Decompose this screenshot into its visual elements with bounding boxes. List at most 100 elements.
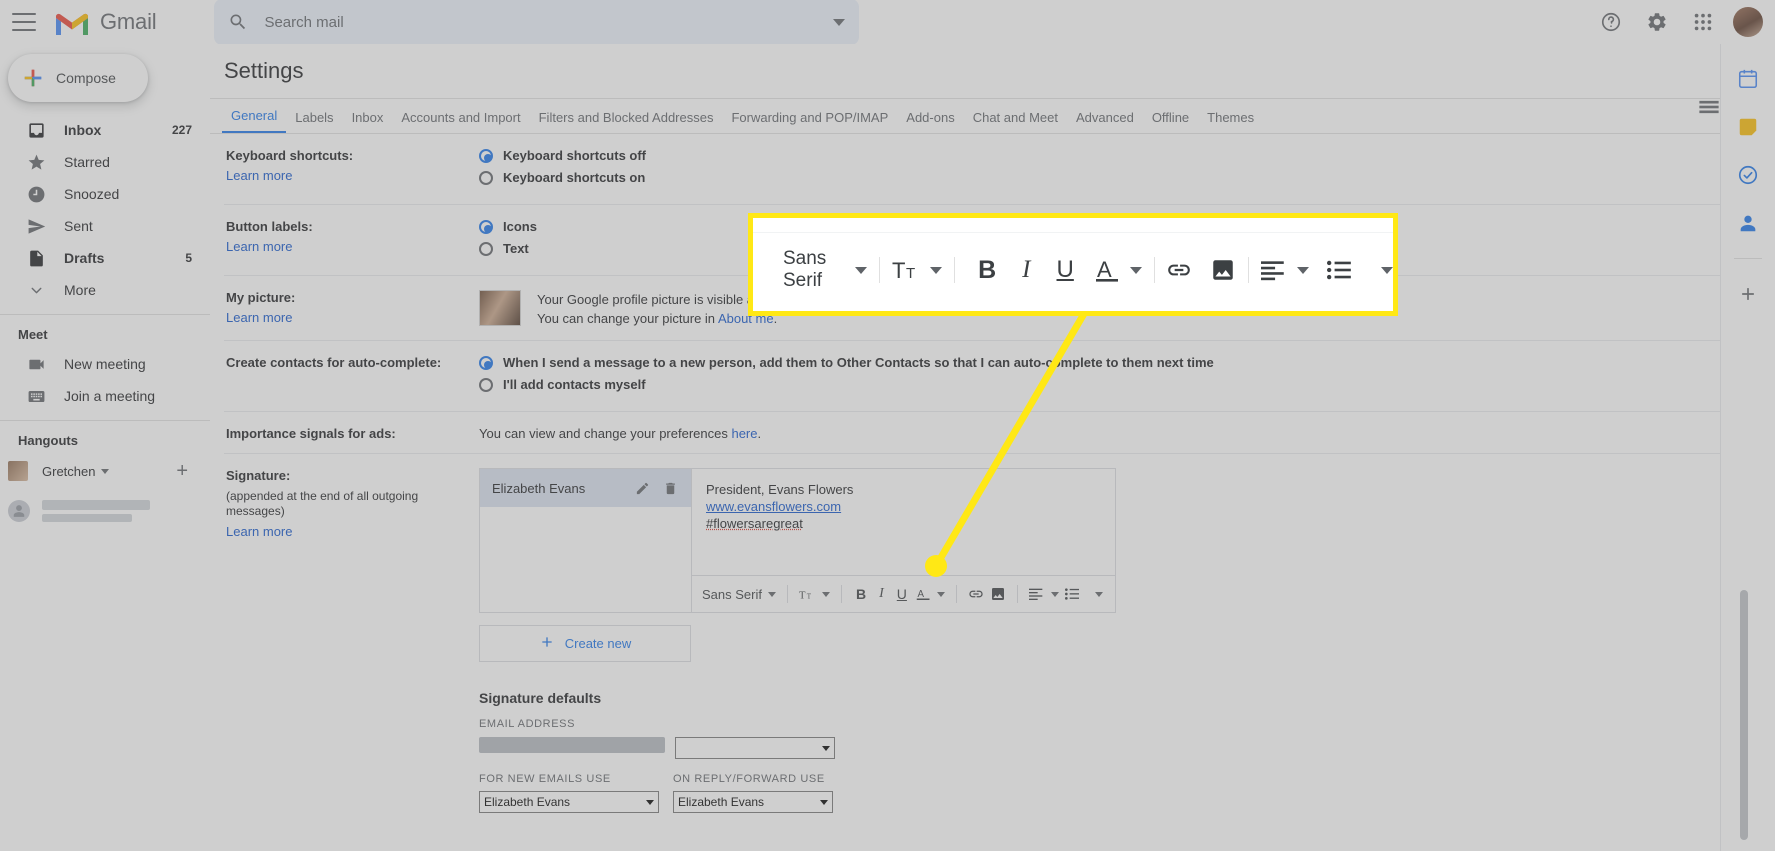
apps-grid-icon[interactable]	[1683, 2, 1723, 42]
signature-content[interactable]: President, Evans Flowers www.evansflower…	[692, 469, 1115, 575]
tab-accounts-import[interactable]: Accounts and Import	[392, 110, 529, 133]
text-color-icon[interactable]: A	[1086, 256, 1120, 284]
new-emails-select[interactable]: Elizabeth Evans	[479, 791, 659, 813]
search-options-icon[interactable]	[833, 18, 846, 26]
sidebar-item-drafts[interactable]: Drafts 5	[0, 242, 210, 274]
link-icon[interactable]	[968, 586, 984, 602]
tab-offline[interactable]: Offline	[1143, 110, 1198, 133]
keep-notes-icon[interactable]	[1735, 114, 1761, 140]
tab-themes[interactable]: Themes	[1198, 110, 1263, 133]
caret-down-icon[interactable]	[929, 266, 942, 274]
bulleted-list-icon[interactable]	[1064, 587, 1081, 601]
caret-down-icon[interactable]	[936, 591, 945, 597]
caret-down-icon[interactable]	[767, 591, 776, 597]
font-size-icon[interactable]: TT	[799, 587, 816, 602]
tasks-icon[interactable]	[1735, 162, 1761, 188]
caret-down-icon[interactable]	[1380, 266, 1393, 274]
bulleted-list-icon[interactable]	[1326, 259, 1353, 281]
radio-button[interactable]	[479, 219, 493, 234]
callout-underline-button[interactable]: U	[1045, 256, 1086, 284]
learn-more-link[interactable]: Learn more	[226, 239, 479, 254]
gear-icon[interactable]	[1637, 2, 1677, 42]
font-size-icon[interactable]: T T	[892, 257, 922, 283]
caret-down-icon[interactable]	[821, 591, 830, 597]
insert-image-icon[interactable]	[1210, 257, 1236, 283]
profile-picture[interactable]	[479, 290, 521, 326]
divider	[1248, 257, 1249, 283]
signature-website-link[interactable]: www.evansflowers.com	[706, 499, 841, 514]
pencil-icon[interactable]	[631, 477, 653, 499]
compose-button[interactable]: Compose	[8, 54, 148, 102]
radio-button[interactable]	[479, 170, 493, 185]
add-addon-icon[interactable]	[1735, 281, 1761, 307]
callout-font-family-label[interactable]: Sans Serif	[783, 248, 833, 292]
caret-down-icon[interactable]	[1296, 266, 1309, 274]
tab-addons[interactable]: Add-ons	[897, 110, 963, 133]
bold-button[interactable]: B	[853, 586, 869, 602]
signature-editor: Elizabeth Evans President, Evans Flowers…	[479, 468, 1116, 613]
hamburger-menu-icon[interactable]	[12, 13, 36, 31]
trash-icon[interactable]	[659, 477, 681, 499]
font-family-label[interactable]: Sans Serif	[702, 587, 762, 602]
sidebar-item-more[interactable]: More	[0, 274, 210, 306]
link-icon[interactable]	[1166, 257, 1192, 283]
callout-editor-toolbar: Sans Serif T T B I U A	[753, 240, 1393, 300]
radio-keyboard-on[interactable]: Keyboard shortcuts on	[479, 170, 1736, 185]
tab-chat-and-meet[interactable]: Chat and Meet	[964, 110, 1067, 133]
tab-advanced[interactable]: Advanced	[1067, 110, 1143, 133]
radio-button[interactable]	[479, 148, 493, 163]
sidebar-item-snoozed[interactable]: Snoozed	[0, 178, 210, 210]
caret-down-icon[interactable]	[1129, 266, 1142, 274]
italic-button[interactable]: I	[875, 586, 888, 602]
learn-more-link[interactable]: Learn more	[226, 310, 479, 325]
radio-button[interactable]	[479, 355, 493, 370]
calendar-icon[interactable]	[1735, 66, 1761, 92]
caret-down-icon[interactable]	[1050, 591, 1059, 597]
preferences-link[interactable]: here	[731, 426, 757, 441]
learn-more-link[interactable]: Learn more	[226, 168, 479, 183]
learn-more-link[interactable]: Learn more	[226, 524, 479, 539]
tab-filters[interactable]: Filters and Blocked Addresses	[530, 110, 723, 133]
contacts-icon[interactable]	[1735, 210, 1761, 236]
insert-image-icon[interactable]	[990, 586, 1006, 602]
sidebar-item-inbox[interactable]: Inbox 227	[0, 114, 210, 146]
underline-button[interactable]: U	[894, 586, 910, 602]
callout-italic-button[interactable]: I	[1008, 256, 1044, 284]
avatar[interactable]	[1733, 7, 1763, 37]
gmail-brand[interactable]: Gmail	[52, 7, 157, 37]
tab-general[interactable]: General	[222, 108, 287, 133]
hangouts-contact-placeholder[interactable]	[0, 494, 210, 528]
radio-label: When I send a message to a new person, a…	[503, 355, 1214, 370]
text-color-icon[interactable]: A	[916, 586, 931, 602]
reply-forward-select[interactable]: Elizabeth Evans	[673, 791, 833, 813]
email-address-select[interactable]	[674, 737, 835, 759]
search-bar[interactable]	[214, 0, 860, 45]
signature-list-item[interactable]: Elizabeth Evans	[480, 469, 691, 507]
search-input[interactable]	[264, 13, 834, 31]
sidebar-item-new-meeting[interactable]: New meeting	[0, 348, 210, 380]
hangouts-user-row[interactable]: Gretchen +	[0, 454, 210, 488]
radio-button[interactable]	[479, 377, 493, 392]
tab-inbox[interactable]: Inbox	[343, 110, 393, 133]
caret-down-icon[interactable]	[101, 468, 110, 474]
sidebar-item-join-meeting[interactable]: Join a meeting	[0, 380, 210, 412]
radio-auto-add-contacts[interactable]: When I send a message to a new person, a…	[479, 355, 1736, 370]
radio-keyboard-off[interactable]: Keyboard shortcuts off	[479, 148, 1736, 163]
help-icon[interactable]	[1591, 2, 1631, 42]
scrollbar[interactable]	[1740, 590, 1748, 840]
align-left-icon[interactable]	[1028, 587, 1045, 601]
radio-manual-add-contacts[interactable]: I'll add contacts myself	[479, 377, 1736, 392]
align-left-icon[interactable]	[1260, 259, 1287, 281]
plus-icon[interactable]: +	[176, 460, 188, 483]
caret-down-icon[interactable]	[854, 266, 867, 274]
hangouts-user-name: Gretchen	[42, 463, 96, 479]
caret-down-icon[interactable]	[1094, 591, 1103, 597]
radio-button[interactable]	[479, 241, 493, 256]
sidebar-item-starred[interactable]: Starred	[0, 146, 210, 178]
sidebar-item-sent[interactable]: Sent	[0, 210, 210, 242]
tab-forwarding[interactable]: Forwarding and POP/IMAP	[722, 110, 897, 133]
tab-labels[interactable]: Labels	[286, 110, 342, 133]
callout-bold-button[interactable]: B	[966, 256, 1008, 285]
inbox-icon	[26, 120, 46, 140]
create-new-signature-button[interactable]: Create new	[479, 625, 691, 662]
